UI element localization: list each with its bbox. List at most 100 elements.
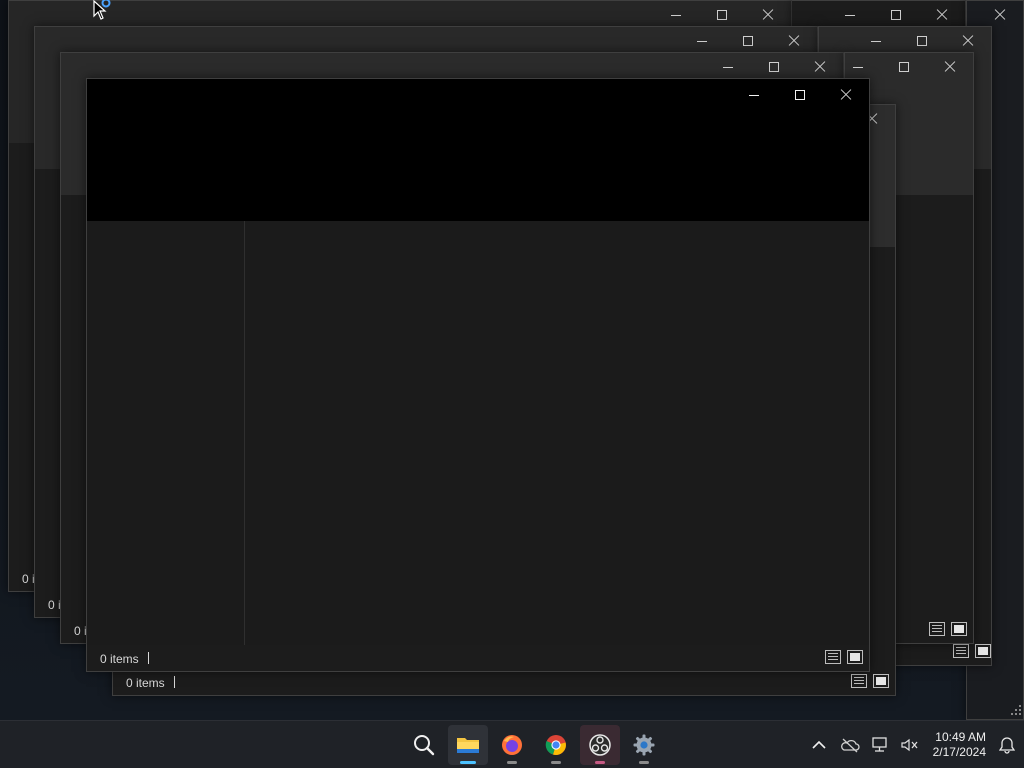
running-indicator — [507, 761, 517, 764]
details-view-button[interactable] — [929, 622, 945, 636]
maximize-icon — [743, 36, 753, 46]
maximize-icon — [795, 90, 805, 100]
onedrive-offline-icon — [841, 738, 860, 753]
minimize-button[interactable] — [835, 53, 881, 81]
maximize-button[interactable] — [881, 53, 927, 81]
volume-muted-icon — [901, 738, 918, 752]
close-button[interactable] — [745, 1, 791, 29]
close-icon — [994, 9, 1006, 20]
maximize-button[interactable] — [777, 81, 823, 109]
status-item-count: 0 i — [48, 598, 61, 612]
minimize-icon — [871, 41, 881, 42]
maximize-button[interactable] — [751, 53, 797, 81]
status-item-count: 0 i — [22, 572, 35, 586]
taskbar-firefox[interactable] — [492, 725, 532, 765]
minimize-icon — [749, 95, 759, 96]
status-bar: 0 items — [87, 645, 869, 671]
minimize-button[interactable] — [731, 81, 777, 109]
maximize-icon — [891, 10, 901, 20]
window-controls — [679, 27, 817, 55]
minimize-button[interactable] — [827, 1, 873, 29]
minimize-icon — [697, 41, 707, 42]
taskbar-obs-studio[interactable] — [580, 725, 620, 765]
minimize-icon — [853, 67, 863, 68]
show-hidden-icons-button[interactable] — [804, 721, 834, 768]
window-controls — [827, 1, 965, 29]
large-icons-view-button[interactable] — [975, 644, 991, 658]
maximize-icon — [917, 36, 927, 46]
minimize-button[interactable] — [679, 27, 725, 55]
clock-time: 10:49 AM — [935, 730, 986, 744]
system-tray: 10:49 AM 2/17/2024 — [804, 721, 1024, 768]
minimize-button[interactable] — [853, 27, 899, 55]
close-icon — [962, 35, 974, 46]
running-indicator — [595, 761, 605, 764]
close-icon — [840, 89, 852, 100]
close-button[interactable] — [823, 81, 869, 109]
large-icons-view-button[interactable] — [951, 622, 967, 636]
taskbar-search-button[interactable] — [404, 725, 444, 765]
window-controls — [653, 1, 791, 29]
minimize-icon — [671, 15, 681, 16]
status-item-count: 0 items — [126, 676, 165, 690]
close-icon — [814, 61, 826, 72]
window-controls — [835, 53, 973, 81]
taskbar-apps — [404, 725, 664, 765]
maximize-icon — [899, 62, 909, 72]
resize-grip-icon[interactable] — [1010, 704, 1022, 716]
maximize-button[interactable] — [873, 1, 919, 29]
close-icon — [944, 61, 956, 72]
active-indicator — [460, 761, 476, 764]
gear-icon — [633, 734, 655, 756]
maximize-button[interactable] — [699, 1, 745, 29]
close-button[interactable] — [977, 1, 1023, 29]
close-button[interactable] — [919, 1, 965, 29]
network-icon — [872, 737, 887, 752]
close-button[interactable] — [771, 27, 817, 55]
status-separator — [148, 652, 149, 664]
taskbar-file-explorer[interactable] — [448, 725, 488, 765]
details-view-button[interactable] — [953, 644, 969, 658]
folder-icon — [457, 738, 479, 753]
details-view-button[interactable] — [851, 674, 867, 688]
details-view-button[interactable] — [825, 650, 841, 664]
close-button[interactable] — [927, 53, 973, 81]
clock[interactable]: 10:49 AM 2/17/2024 — [924, 730, 990, 760]
running-indicator — [639, 761, 649, 764]
taskbar: 10:49 AM 2/17/2024 — [0, 720, 1024, 768]
close-button[interactable] — [945, 27, 991, 55]
minimize-button[interactable] — [705, 53, 751, 81]
desktop: 0 i 0 i 0 i 0 items 0 items — [0, 0, 1024, 720]
search-icon — [414, 735, 435, 756]
minimize-icon — [845, 15, 855, 16]
explorer-window-front[interactable]: 0 items — [86, 78, 870, 672]
clock-date: 2/17/2024 — [932, 745, 986, 759]
firefox-icon — [502, 735, 522, 755]
network-tray-button[interactable] — [864, 721, 894, 768]
window-controls — [705, 53, 843, 81]
chrome-icon — [545, 735, 566, 755]
maximize-button[interactable] — [899, 27, 945, 55]
maximize-icon — [717, 10, 727, 20]
maximize-button[interactable] — [725, 27, 771, 55]
minimize-icon — [723, 67, 733, 68]
file-list-area[interactable] — [246, 221, 869, 645]
bell-icon — [999, 737, 1015, 754]
notifications-button[interactable] — [990, 721, 1024, 768]
status-separator — [174, 676, 175, 688]
minimize-button[interactable] — [653, 1, 699, 29]
navigation-pane[interactable] — [87, 221, 245, 645]
close-icon — [936, 9, 948, 20]
onedrive-tray-button[interactable] — [834, 721, 864, 768]
status-item-count: 0 i — [74, 624, 87, 638]
close-icon — [762, 9, 774, 20]
taskbar-settings[interactable] — [624, 725, 664, 765]
volume-tray-button[interactable] — [894, 721, 924, 768]
large-icons-view-button[interactable] — [847, 650, 863, 664]
running-indicator — [551, 761, 561, 764]
close-icon — [788, 35, 800, 46]
taskbar-chrome[interactable] — [536, 725, 576, 765]
window-controls — [853, 27, 991, 55]
obs-icon — [589, 734, 611, 756]
large-icons-view-button[interactable] — [873, 674, 889, 688]
